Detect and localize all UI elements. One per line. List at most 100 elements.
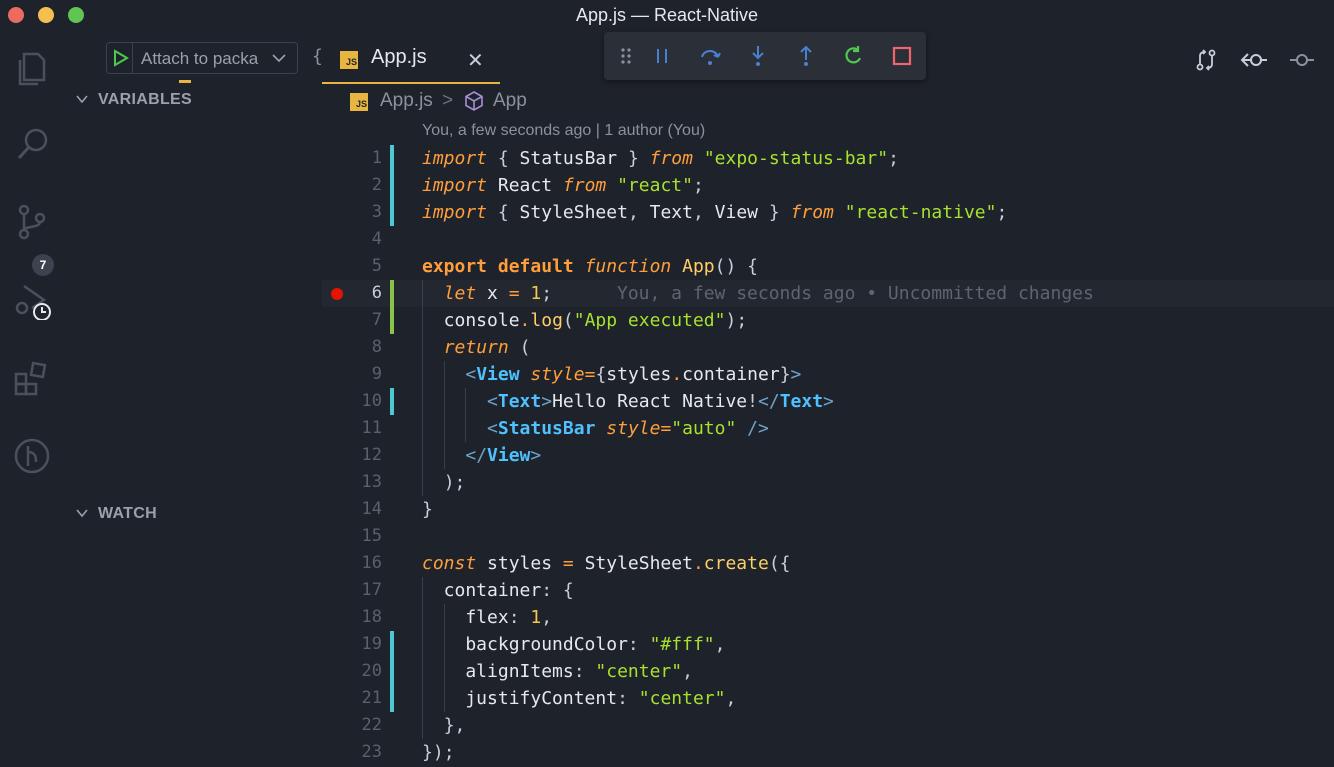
line-number: 7: [371, 310, 382, 330]
code-line[interactable]: 19 backgroundColor: "#fff",: [322, 631, 1334, 658]
git-gutter-indicator[interactable]: [390, 631, 394, 658]
symbol-class-icon: [463, 90, 485, 117]
code-text: alignItems: "center",: [422, 661, 693, 682]
pause-icon[interactable]: [650, 44, 674, 68]
line-number: 10: [361, 391, 382, 411]
step-out-icon[interactable]: [794, 44, 818, 68]
debug-config-select[interactable]: Attach to packa: [106, 42, 298, 74]
git-gutter-indicator[interactable]: [390, 199, 394, 226]
code-line[interactable]: 21 justifyContent: "center",: [322, 685, 1334, 712]
step-into-icon[interactable]: [746, 44, 770, 68]
code-line[interactable]: 22 },: [322, 712, 1334, 739]
tab-app-js[interactable]: JS App.js ✕: [322, 30, 500, 84]
inline-blame: You, a few seconds ago • Uncommitted cha…: [617, 283, 1094, 304]
watch-section-header[interactable]: WATCH: [76, 505, 157, 525]
code-line[interactable]: 15: [322, 523, 1334, 550]
code-text: return (: [443, 337, 531, 358]
variables-section-header[interactable]: VARIABLES: [76, 91, 192, 111]
code-text: console.log("App executed");: [422, 310, 748, 331]
line-number: 20: [361, 661, 382, 681]
line-number: 16: [361, 553, 382, 573]
code-text: container: {: [422, 580, 574, 601]
code-line[interactable]: 6 let x = 1; You, a few seconds ago • Unc…: [322, 280, 1334, 307]
code-line[interactable]: 20 alignItems: "center",: [322, 658, 1334, 685]
extensions-icon[interactable]: [12, 360, 52, 400]
line-number: 12: [361, 445, 382, 465]
git-gutter-indicator[interactable]: [390, 658, 394, 685]
code-line[interactable]: 4: [322, 226, 1334, 253]
code-text: );: [443, 472, 466, 493]
code-line[interactable]: 2 import React from "react";: [322, 172, 1334, 199]
code-text: import { StyleSheet, Text, View } from "…: [422, 202, 1008, 223]
line-number: 19: [361, 634, 382, 654]
code-line[interactable]: 12 </View>: [322, 442, 1334, 469]
editor-area: JS App.js ✕ JS App.js > App You, a few s…: [322, 30, 1334, 767]
chevron-down-icon: [271, 51, 287, 70]
line-number: 17: [361, 580, 382, 600]
git-gutter-indicator[interactable]: [390, 145, 394, 172]
code-text: },: [443, 715, 466, 736]
line-number: 8: [371, 337, 382, 357]
code-line[interactable]: 10 <Text>Hello React Native!</Text>: [322, 388, 1334, 415]
line-number: 15: [361, 526, 382, 546]
search-icon[interactable]: [12, 124, 52, 164]
git-gutter-indicator[interactable]: [390, 388, 394, 415]
code-text: import React from "react";: [422, 175, 704, 196]
codelens-blame[interactable]: You, a few seconds ago | 1 author (You): [422, 122, 705, 140]
compare-changes-icon[interactable]: [1194, 48, 1218, 77]
line-number: 6: [371, 283, 382, 303]
source-control-icon[interactable]: [12, 202, 52, 242]
section-label: VARIABLES: [98, 91, 192, 108]
step-over-icon[interactable]: [698, 44, 722, 68]
debug-toolbar: [604, 32, 926, 80]
code-text: <View style={styles.container}>: [465, 364, 802, 385]
close-icon[interactable]: ✕: [467, 48, 484, 73]
code-line[interactable]: 1 import { StatusBar } from "expo-status-…: [322, 145, 1334, 172]
line-number: 18: [361, 607, 382, 627]
js-file-icon: JS: [350, 93, 368, 111]
line-number: 11: [361, 418, 382, 438]
line-number: 9: [371, 364, 382, 384]
restart-icon[interactable]: [842, 44, 866, 68]
git-gutter-indicator[interactable]: [390, 307, 394, 334]
code-line[interactable]: 23});: [322, 739, 1334, 766]
tab-bar: JS App.js ✕: [322, 30, 1334, 84]
previous-change-icon[interactable]: [1240, 48, 1268, 77]
line-number: 14: [361, 499, 382, 519]
git-gutter-indicator[interactable]: [390, 172, 394, 199]
code-text: });: [422, 742, 455, 763]
timeline-icon[interactable]: [1288, 48, 1316, 77]
code-line[interactable]: 16 const styles = StyleSheet.create({: [322, 550, 1334, 577]
title-bar: App.js — React-Native: [0, 0, 1334, 30]
line-number: 22: [361, 715, 382, 735]
line-number: 23: [361, 742, 382, 762]
line-number: 5: [371, 256, 382, 276]
run-debug-icon[interactable]: [12, 280, 52, 321]
explorer-icon[interactable]: [12, 48, 52, 88]
code-text: flex: 1,: [422, 607, 553, 628]
git-gutter-indicator[interactable]: [390, 685, 394, 712]
code-line[interactable]: 9 <View style={styles.container}>: [322, 361, 1334, 388]
git-gutter-indicator[interactable]: [390, 280, 394, 307]
remote-icon[interactable]: [12, 436, 52, 476]
code-line[interactable]: 18 flex: 1,: [322, 604, 1334, 631]
code-line[interactable]: 3 import { StyleSheet, Text, View } from …: [322, 199, 1334, 226]
stop-icon[interactable]: [890, 44, 914, 68]
line-number: 3: [371, 202, 382, 222]
breadcrumb-symbol[interactable]: App: [493, 90, 527, 112]
code-line[interactable]: 11 <StatusBar style="auto" />: [322, 415, 1334, 442]
code-line[interactable]: 8 return (: [322, 334, 1334, 361]
window-title: App.js — React-Native: [575, 5, 759, 25]
breadcrumb-file[interactable]: App.js: [380, 90, 433, 112]
code-line[interactable]: 7 console.log("App executed");: [322, 307, 1334, 334]
code-line[interactable]: 17 container: {: [322, 577, 1334, 604]
code-text: }: [422, 499, 433, 520]
code-line[interactable]: 5 export default function App() {: [322, 253, 1334, 280]
drag-handle-icon[interactable]: [614, 44, 638, 68]
start-debugging-button[interactable]: [107, 43, 133, 73]
code-line[interactable]: 13 );: [322, 469, 1334, 496]
code-text: <StatusBar style="auto" />: [487, 418, 769, 439]
code-line[interactable]: 14}: [322, 496, 1334, 523]
breadcrumb-separator: >: [442, 90, 454, 111]
debug-sidebar: Attach to packa { VARIABLES WATCH: [64, 30, 323, 767]
